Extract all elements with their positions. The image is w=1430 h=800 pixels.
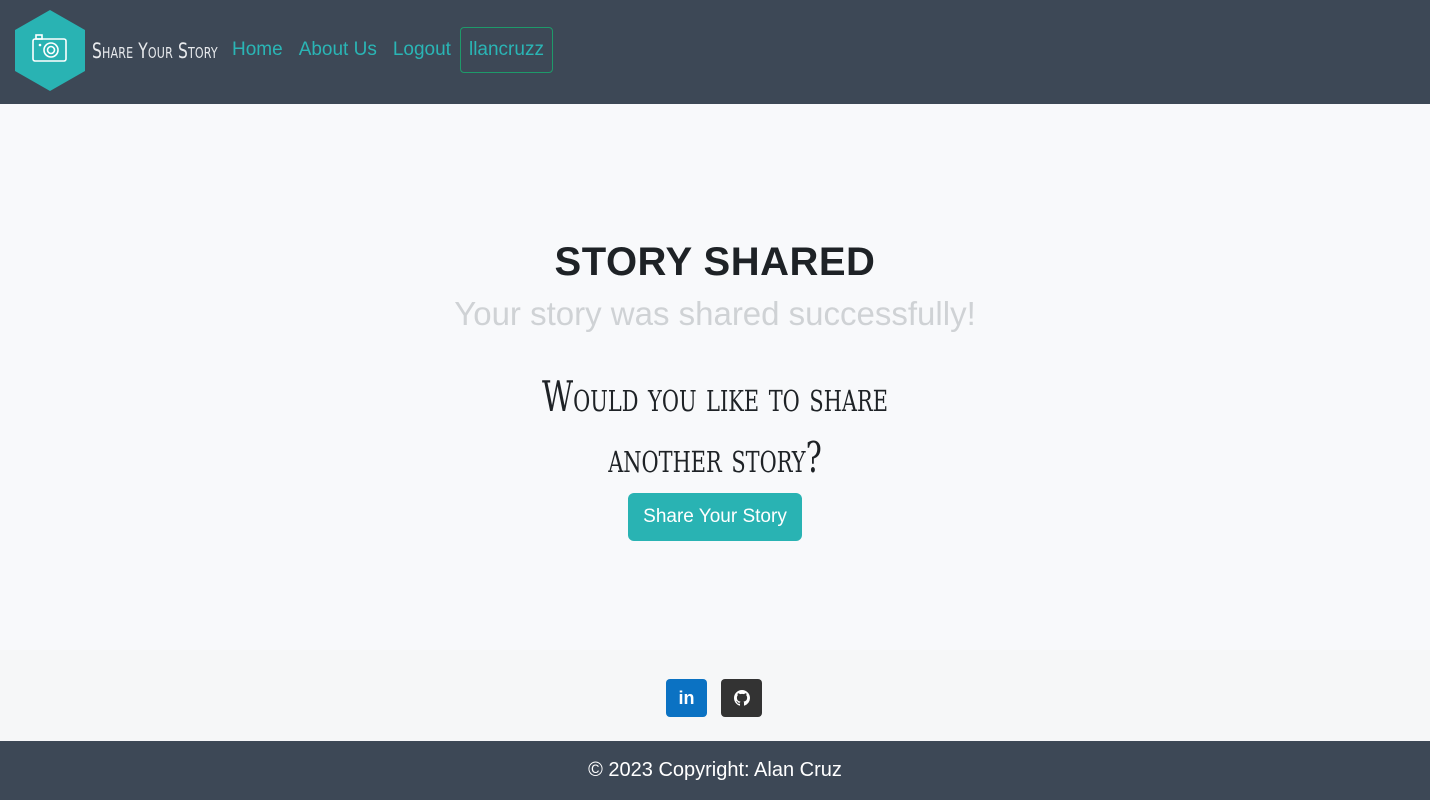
- brand-link[interactable]: Share Your Story: [14, 10, 245, 92]
- share-story-button[interactable]: Share Your Story: [628, 493, 802, 541]
- social-links: in: [0, 650, 1430, 741]
- camera-icon: [14, 10, 86, 92]
- nav-about-link[interactable]: About Us: [291, 39, 385, 61]
- github-button[interactable]: [721, 679, 762, 717]
- prompt-line-2: another story?: [608, 433, 822, 482]
- prompt-line-1: Would you like to share: [542, 372, 888, 421]
- footer: © 2023 Copyright: Alan Cruz: [0, 741, 1430, 800]
- nav-logout-link[interactable]: Logout: [385, 39, 459, 61]
- success-message: Your story was shared successfully!: [454, 295, 976, 332]
- share-again-prompt: Would you like to share another story?: [200, 366, 1230, 488]
- github-icon: [733, 690, 750, 706]
- copyright-text: © 2023 Copyright: Alan Cruz: [588, 759, 842, 781]
- navbar: Share Your Story Home About Us Logout ll…: [0, 0, 1430, 104]
- page-title: STORY SHARED: [554, 240, 876, 284]
- nav-home-link[interactable]: Home: [224, 39, 291, 61]
- linkedin-button[interactable]: in: [666, 679, 707, 717]
- nav-user-badge[interactable]: llancruzz: [459, 27, 553, 73]
- linkedin-icon: in: [678, 687, 695, 708]
- nav-links: Home About Us Logout llancruzz: [224, 27, 553, 73]
- main-content: STORY SHARED Your story was shared succe…: [0, 104, 1430, 650]
- brand-name: Share Your Story: [92, 39, 218, 63]
